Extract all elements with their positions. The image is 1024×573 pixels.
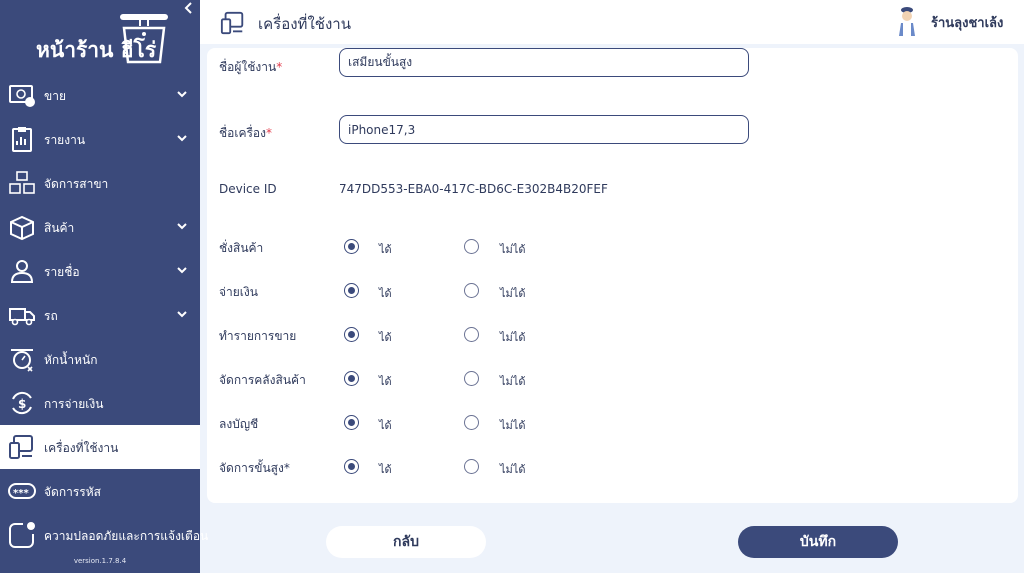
chevron-down-icon	[177, 267, 187, 274]
sidebar-item-weight-deduction[interactable]: หักน้ำหนัก	[0, 337, 200, 381]
deny-radio[interactable]	[464, 459, 479, 474]
sidebar-item-label: รถ	[44, 309, 58, 323]
deny-radio[interactable]	[464, 283, 479, 298]
username-label-text: ชื่อผู้ใช้งาน	[219, 60, 277, 74]
allow-radio[interactable]	[344, 459, 359, 474]
permission-label: ทำรายการขาย	[219, 329, 297, 343]
truck-icon	[9, 308, 35, 326]
allow-label: ได้	[379, 331, 392, 344]
sidebar-item-label: สินค้า	[44, 221, 75, 235]
permission-label: ลงบัญชี	[219, 417, 259, 431]
allow-label: ได้	[379, 419, 392, 432]
sidebar-item-report[interactable]: รายงาน	[0, 117, 200, 161]
sidebar-item-branch[interactable]: จัดการสาขา	[0, 161, 200, 205]
allow-label: ได้	[379, 463, 392, 476]
sidebar-item-label: จัดการสาขา	[44, 177, 109, 191]
svg-text:$: $	[18, 397, 26, 411]
sidebar-item-label: รายชื่อ	[44, 265, 80, 279]
sidebar-item-label: หักน้ำหนัก	[44, 353, 98, 367]
sidebar-item-label: ความปลอดภัยและการแจ้งเตือน	[44, 529, 209, 543]
chevron-down-icon	[177, 223, 187, 230]
version-text: version.1.7.8.4	[73, 557, 127, 565]
cash-icon	[9, 85, 35, 107]
sidebar-item-label: รายงาน	[44, 133, 86, 147]
back-button[interactable]: กลับ	[326, 526, 486, 558]
deny-label: ไม่ได้	[500, 287, 526, 300]
sidebar: หน้าร้าน ฮีโร่ ขาย รายงาน จัดการสาขา สิน…	[0, 0, 208, 573]
allow-radio[interactable]	[344, 415, 359, 430]
user-icon	[10, 260, 34, 283]
chevron-down-icon	[177, 311, 187, 318]
svg-text:***: ***	[13, 488, 29, 499]
required-mark: *	[276, 60, 283, 74]
avatar[interactable]	[896, 6, 918, 38]
allow-label: ได้	[379, 287, 392, 300]
sidebar-item-payment[interactable]: $ การจ่ายเงิน	[0, 381, 200, 425]
deny-label: ไม่ได้	[500, 243, 526, 256]
money-cycle-icon: $	[12, 391, 32, 415]
deny-radio[interactable]	[464, 415, 479, 430]
chevron-left-icon[interactable]	[184, 2, 194, 14]
permission-label: จ่ายเงิน	[219, 285, 258, 299]
sidebar-item-security[interactable]: ความปลอดภัยและการแจ้งเตือน	[0, 513, 208, 557]
required-mark: *	[266, 126, 272, 140]
sidebar-item-vehicle[interactable]: รถ	[0, 293, 200, 337]
device-id-label: Device ID	[219, 182, 277, 196]
shop-name: ร้านลุงชาเล้ง	[931, 16, 1004, 31]
allow-radio[interactable]	[344, 327, 359, 342]
deny-label: ไม่ได้	[500, 375, 526, 388]
deny-radio[interactable]	[464, 371, 479, 386]
allow-radio[interactable]	[344, 283, 359, 298]
sidebar-item-sell[interactable]: ขาย	[0, 73, 200, 117]
clipboard-icon	[12, 127, 32, 152]
device-name-label: ชื่อเครื่อง*	[219, 124, 272, 143]
sidebar-menu: ขาย รายงาน จัดการสาขา สินค้า รายชื่อ รถ …	[0, 73, 208, 557]
permission-label: ชั่งสินค้า	[219, 241, 264, 255]
deny-radio[interactable]	[464, 327, 479, 342]
sidebar-item-devices[interactable]: เครื่องที่ใช้งาน	[0, 425, 200, 469]
device-name-label-text: ชื่อเครื่อง	[219, 126, 266, 140]
device-detail-form: ชื่อผู้ใช้งาน* ชื่อเครื่อง* Device ID 74…	[207, 48, 1018, 503]
permission-label: จัดการขั้นสูง*	[219, 461, 290, 475]
username-label: ชื่อผู้ใช้งาน*	[219, 58, 282, 77]
box-icon	[10, 215, 34, 241]
devices-icon	[220, 11, 244, 35]
app-logo: หน้าร้าน ฮีโร่	[0, 0, 200, 74]
save-button[interactable]: บันทึก	[738, 526, 898, 558]
deny-label: ไม่ได้	[500, 331, 526, 344]
sidebar-item-label: การจ่ายเงิน	[44, 397, 104, 411]
deny-radio[interactable]	[464, 239, 479, 254]
deny-label: ไม่ได้	[500, 463, 526, 476]
sidebar-item-contacts[interactable]: รายชื่อ	[0, 249, 200, 293]
devices-icon	[9, 435, 33, 459]
permission-label: จัดการคลังสินค้า	[219, 373, 306, 387]
scale-icon	[11, 349, 33, 372]
device-name-field[interactable]	[339, 115, 749, 144]
sidebar-item-product[interactable]: สินค้า	[0, 205, 200, 249]
sidebar-item-label: จัดการรหัส	[44, 485, 101, 499]
deny-label: ไม่ได้	[500, 419, 526, 432]
sidebar-item-label: ขาย	[44, 89, 66, 103]
allow-radio[interactable]	[344, 239, 359, 254]
chevron-down-icon	[177, 135, 187, 142]
allow-label: ได้	[379, 243, 392, 256]
password-icon: ***	[8, 483, 36, 499]
allow-radio[interactable]	[344, 371, 359, 386]
branch-icon	[9, 171, 35, 194]
top-header: เครื่องที่ใช้งาน ร้านลุงชาเล้ง	[200, 0, 1024, 44]
logo-text: หน้าร้าน ฮีโร่	[36, 38, 157, 62]
chevron-down-icon	[177, 91, 187, 98]
page-title: เครื่องที่ใช้งาน	[258, 15, 351, 33]
notification-icon	[9, 522, 35, 548]
sidebar-item-label: เครื่องที่ใช้งาน	[44, 441, 119, 455]
device-id-value: 747DD553-EBA0-417C-BD6C-E302B4B20FEF	[339, 182, 608, 196]
allow-label: ได้	[379, 375, 392, 388]
username-field[interactable]	[339, 48, 749, 77]
sidebar-item-password[interactable]: *** จัดการรหัส	[0, 469, 200, 513]
